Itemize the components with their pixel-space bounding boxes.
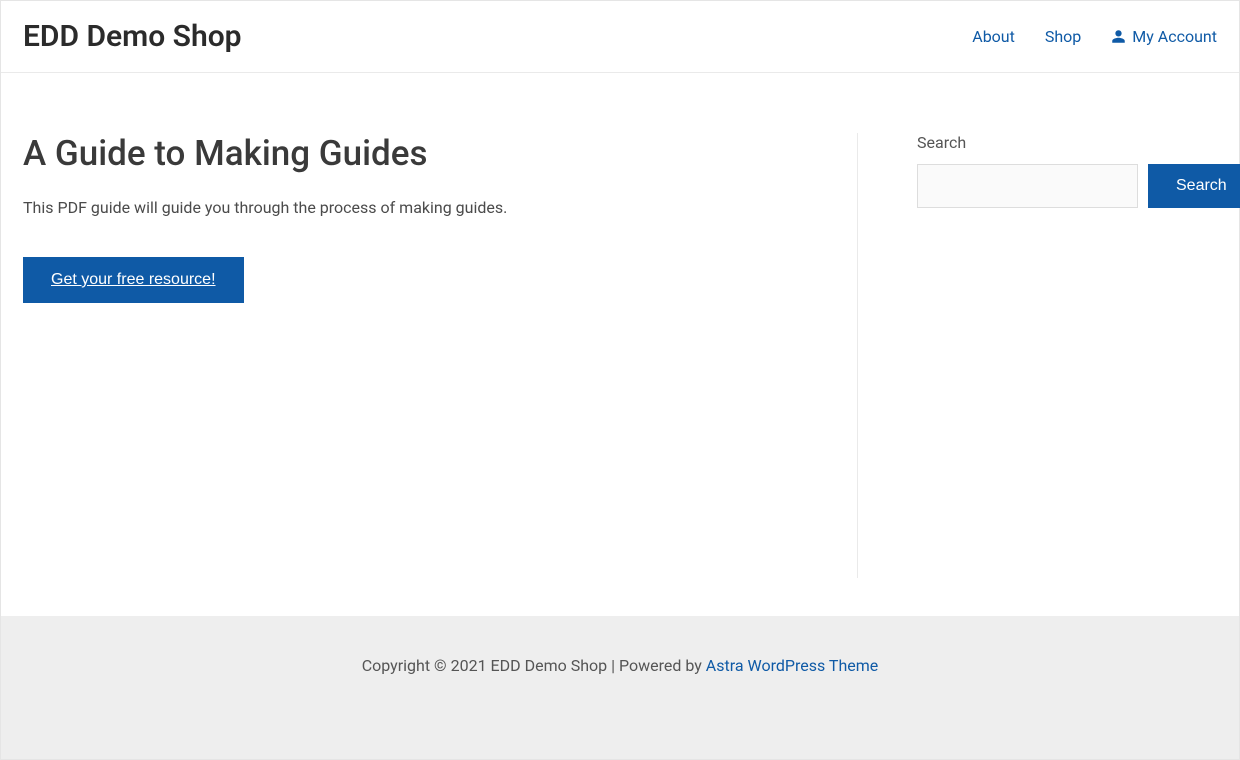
search-button[interactable]: Search: [1148, 164, 1240, 208]
main-content: A Guide to Making Guides This PDF guide …: [23, 73, 857, 618]
nav-my-account-label: My Account: [1132, 27, 1217, 46]
get-resource-button[interactable]: Get your free resource!: [23, 257, 244, 303]
nav-about[interactable]: About: [972, 27, 1015, 46]
footer-text: Copyright © 2021 EDD Demo Shop | Powered…: [362, 656, 879, 675]
page-description: This PDF guide will guide you through th…: [23, 198, 817, 217]
primary-nav: About Shop My Account: [972, 27, 1217, 46]
footer-copyright: Copyright © 2021 EDD Demo Shop | Powered…: [362, 656, 706, 675]
search-label: Search: [917, 133, 1217, 152]
site-footer: Copyright © 2021 EDD Demo Shop | Powered…: [1, 616, 1239, 759]
nav-shop[interactable]: Shop: [1045, 27, 1081, 46]
search-input[interactable]: [917, 164, 1138, 208]
footer-theme-link[interactable]: Astra WordPress Theme: [706, 656, 878, 675]
page-title: A Guide to Making Guides: [23, 133, 817, 174]
search-form: Search: [917, 164, 1217, 208]
nav-my-account[interactable]: My Account: [1111, 27, 1217, 46]
site-header: EDD Demo Shop About Shop My Account: [1, 1, 1239, 73]
user-icon: [1111, 29, 1126, 44]
site-title[interactable]: EDD Demo Shop: [23, 19, 242, 54]
sidebar: Search Search: [857, 73, 1217, 578]
content-area: A Guide to Making Guides This PDF guide …: [1, 73, 1239, 618]
